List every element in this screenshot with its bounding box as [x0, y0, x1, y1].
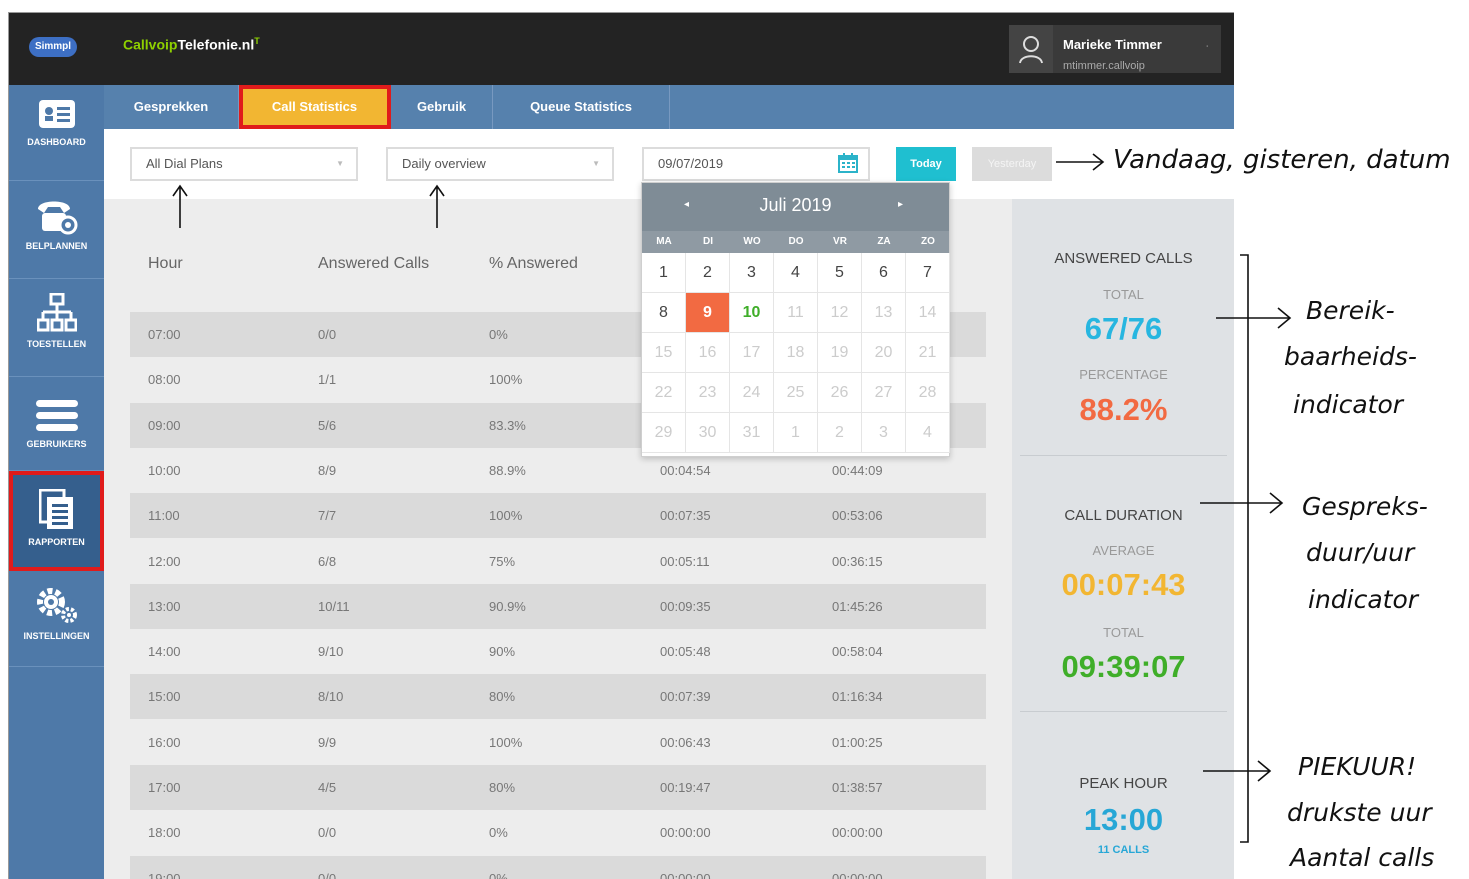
annotation-duration-2: duur/uur [1306, 538, 1415, 567]
annotation-peak-2: drukste uur [1287, 798, 1432, 827]
annotation-arrows [172, 153, 1292, 843]
annotation-date-note: Vandaag, gisteren, datum [1113, 145, 1451, 175]
annotation-reach-3: indicator [1293, 390, 1404, 419]
annotation-reach-2: baarheids- [1284, 342, 1417, 371]
annotation-duration-3: indicator [1308, 585, 1419, 614]
annotation-peak-3: Aantal calls [1290, 843, 1435, 872]
annotation-reach-1: Bereik- [1306, 296, 1395, 325]
annotation-duration-1: Gespreks- [1302, 492, 1428, 521]
annotation-peak-1: PIEKUUR! [1298, 752, 1417, 781]
